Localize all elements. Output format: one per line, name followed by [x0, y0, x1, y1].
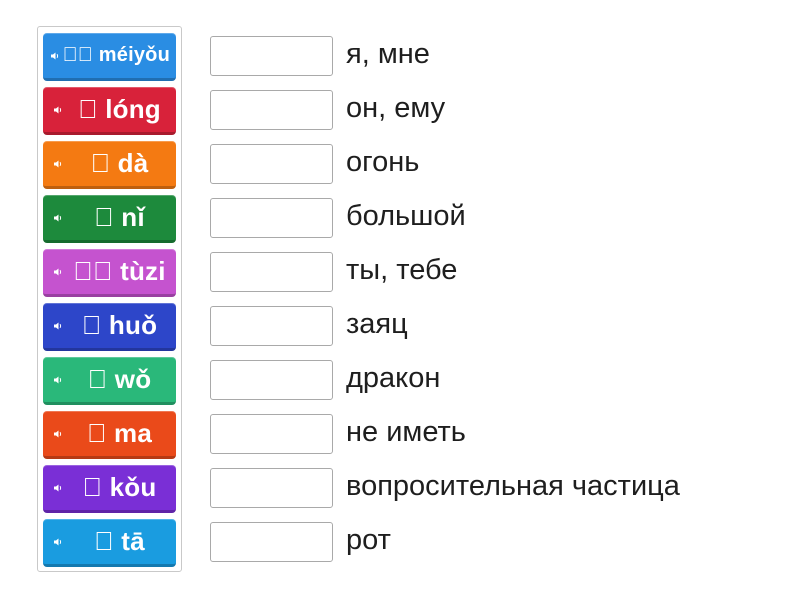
speaker-icon[interactable] — [47, 303, 69, 348]
drop-slot[interactable] — [210, 468, 333, 508]
drop-slot[interactable] — [210, 414, 333, 454]
drop-slot[interactable] — [210, 360, 333, 400]
tile-tuzi[interactable]: 􏿾􏿾 tùzi — [43, 249, 176, 297]
drop-slot[interactable] — [210, 144, 333, 184]
tile-kou[interactable]: 􏿾 kǒu — [43, 465, 176, 513]
speaker-icon[interactable] — [47, 141, 69, 186]
drop-slot[interactable] — [210, 36, 333, 76]
term-label: заяц — [346, 308, 408, 340]
term-label: он, ему — [346, 92, 446, 124]
speaker-icon[interactable] — [47, 357, 69, 402]
tile-ni[interactable]: 􏿾 nǐ — [43, 195, 176, 243]
tile-meiyou[interactable]: 􏿾􏿾 méiyǒu — [43, 33, 176, 81]
tile-ma[interactable]: 􏿾 ma — [43, 411, 176, 459]
term-label: рот — [346, 524, 391, 556]
tile-da[interactable]: 􏿾 dà — [43, 141, 176, 189]
tile-huo[interactable]: 􏿾 huǒ — [43, 303, 176, 351]
term-label: большой — [346, 200, 466, 232]
tile-label: 􏿾 kǒu — [82, 472, 157, 502]
tile-label: 􏿾􏿾 tùzi — [73, 256, 166, 286]
tile-long[interactable]: 􏿾 lóng — [43, 87, 176, 135]
tile-label: 􏿾 lóng — [78, 94, 161, 124]
speaker-icon[interactable] — [47, 249, 69, 294]
drop-slot[interactable] — [210, 306, 333, 346]
term-label: огонь — [346, 146, 420, 178]
match-up-activity: 􏿾􏿾 méiyǒu 􏿾 lóng 􏿾 dà 􏿾 nǐ 􏿾􏿾 tùzi 􏿾 huǒ… — [0, 0, 800, 600]
tile-label: 􏿾 huǒ — [81, 310, 158, 340]
drop-slot[interactable] — [210, 252, 333, 292]
drop-slot[interactable] — [210, 90, 333, 130]
speaker-icon[interactable] — [47, 465, 69, 510]
drop-slot[interactable] — [210, 198, 333, 238]
tile-wo[interactable]: 􏿾 wǒ — [43, 357, 176, 405]
tile-label: 􏿾 tā — [94, 526, 145, 556]
term-label: вопросительная частица — [346, 470, 680, 502]
term-label: ты, тебе — [346, 254, 458, 286]
speaker-icon[interactable] — [47, 195, 69, 240]
tile-label: 􏿾 dà — [90, 148, 149, 178]
tile-label: 􏿾􏿾 méiyǒu — [62, 44, 170, 66]
speaker-icon[interactable] — [47, 519, 69, 564]
drop-slot[interactable] — [210, 522, 333, 562]
term-label: дракон — [346, 362, 441, 394]
speaker-icon[interactable] — [47, 33, 63, 78]
tile-label: 􏿾 ma — [86, 418, 153, 448]
term-label: я, мне — [346, 38, 430, 70]
tile-label: 􏿾 wǒ — [87, 364, 152, 394]
speaker-icon[interactable] — [47, 411, 69, 456]
tile-label: 􏿾 nǐ — [94, 202, 145, 232]
term-label: не иметь — [346, 416, 466, 448]
speaker-icon[interactable] — [47, 87, 69, 132]
tile-ta[interactable]: 􏿾 tā — [43, 519, 176, 567]
